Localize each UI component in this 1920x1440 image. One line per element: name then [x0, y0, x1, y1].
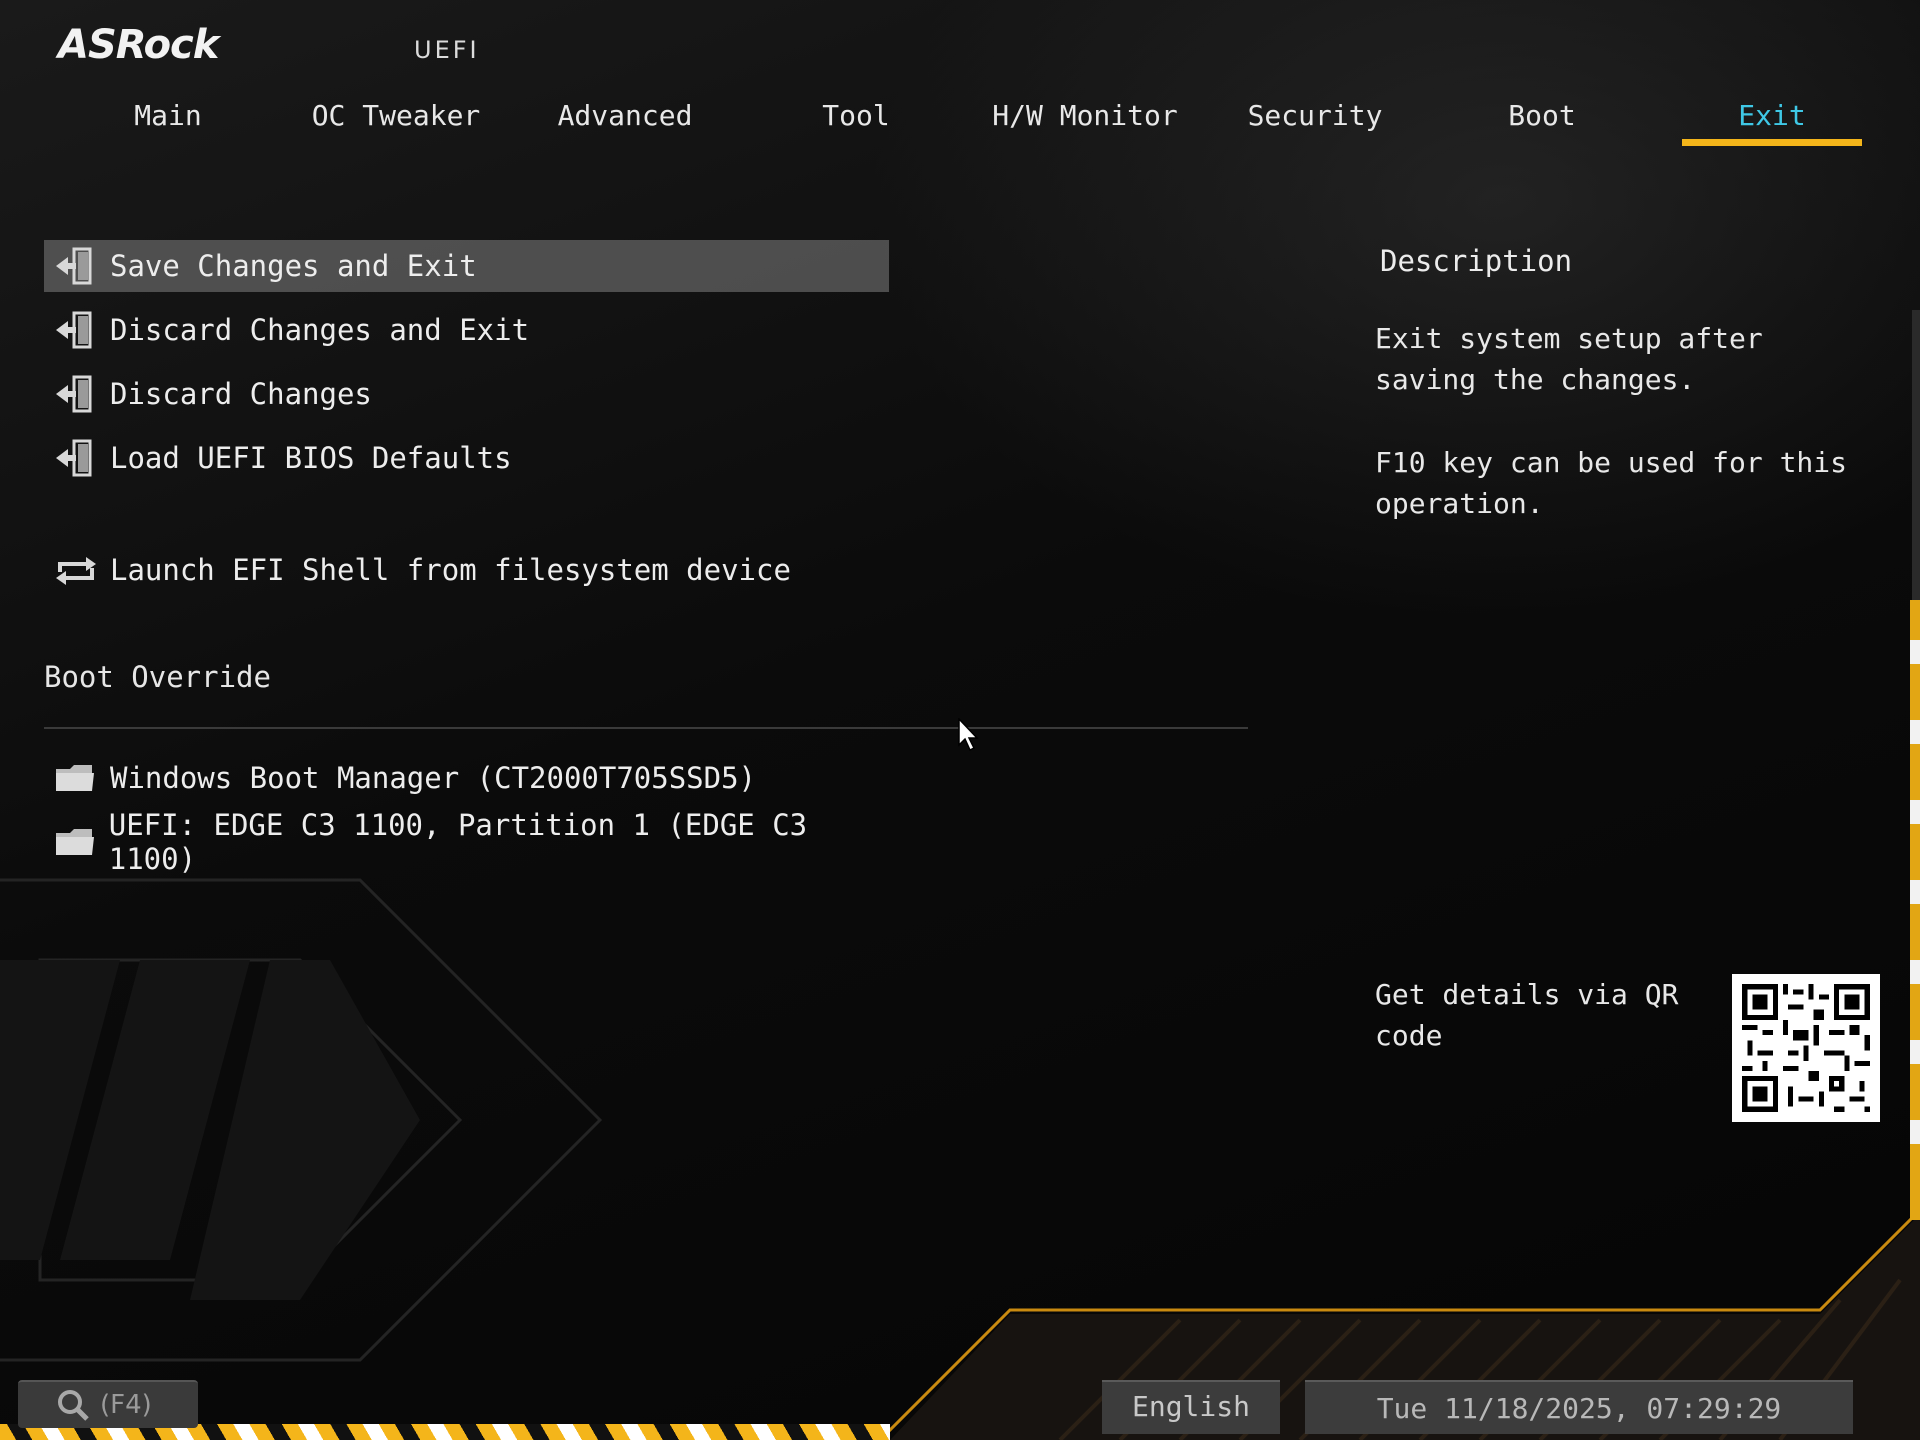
tab-boot[interactable]: Boot — [1490, 96, 1594, 146]
brand-logo: ASRock — [58, 22, 219, 68]
exit-door-icon — [54, 246, 98, 286]
launch-efi-shell-item[interactable]: Launch EFI Shell from filesystem device — [44, 544, 889, 596]
tab-advanced[interactable]: Advanced — [550, 96, 700, 146]
load-uefi-bios-defaults-item[interactable]: Load UEFI BIOS Defaults — [44, 432, 889, 484]
save-changes-and-exit-item[interactable]: Save Changes and Exit — [44, 240, 889, 292]
tab-hw-monitor[interactable]: H/W Monitor — [990, 96, 1180, 146]
description-text: Exit system setup after saving the chang… — [1375, 318, 1875, 566]
mouse-cursor-icon — [958, 717, 980, 756]
folder-icon — [54, 822, 97, 862]
exit-door-icon — [54, 310, 98, 350]
section-divider — [44, 727, 1248, 729]
main-tab-bar: Main OC Tweaker Advanced Tool H/W Monito… — [0, 96, 1920, 152]
shell-loop-icon — [54, 550, 98, 590]
description-line: F10 key can be used for this operation. — [1375, 446, 1848, 520]
language-selector[interactable]: English — [1102, 1380, 1280, 1434]
search-button[interactable]: (F4) — [18, 1380, 198, 1428]
discard-changes-item[interactable]: Discard Changes — [44, 368, 889, 420]
exit-door-icon — [54, 438, 98, 478]
discard-changes-and-exit-item[interactable]: Discard Changes and Exit — [44, 304, 889, 356]
description-title: Description — [1380, 244, 1573, 278]
menu-item-label: UEFI: EDGE C3 1100, Partition 1 (EDGE C3… — [108, 808, 808, 876]
qr-code — [1732, 974, 1880, 1122]
menu-item-label: Save Changes and Exit — [110, 249, 477, 283]
qr-caption: Get details via QR code — [1375, 978, 1679, 1052]
menu-item-label: Windows Boot Manager (CT2000T705SSD5) — [110, 761, 757, 795]
search-icon — [56, 1388, 90, 1422]
boot-override-item[interactable]: Windows Boot Manager (CT2000T705SSD5) — [44, 752, 889, 804]
datetime-display: Tue 11/18/2025, 07:29:29 — [1305, 1380, 1853, 1434]
description-line: Exit system setup after saving the chang… — [1375, 322, 1763, 396]
exit-door-icon — [54, 374, 98, 414]
menu-item-label: Discard Changes — [110, 377, 372, 411]
menu-item-label: Discard Changes and Exit — [110, 313, 530, 347]
tab-security[interactable]: Security — [1240, 96, 1390, 146]
tab-exit[interactable]: Exit — [1682, 96, 1862, 146]
tab-tool[interactable]: Tool — [800, 96, 912, 146]
search-shortcut-label: (F4) — [100, 1390, 152, 1420]
folder-icon — [54, 758, 98, 798]
uefi-mode-label: UEFI — [414, 36, 480, 64]
tab-main[interactable]: Main — [112, 96, 224, 146]
boot-override-item[interactable]: UEFI: EDGE C3 1100, Partition 1 (EDGE C3… — [44, 808, 889, 876]
menu-item-label: Load UEFI BIOS Defaults — [110, 441, 512, 475]
menu-item-label: Launch EFI Shell from filesystem device — [110, 553, 791, 587]
tab-oc-tweaker[interactable]: OC Tweaker — [306, 96, 486, 146]
boot-override-title: Boot Override — [44, 660, 271, 694]
